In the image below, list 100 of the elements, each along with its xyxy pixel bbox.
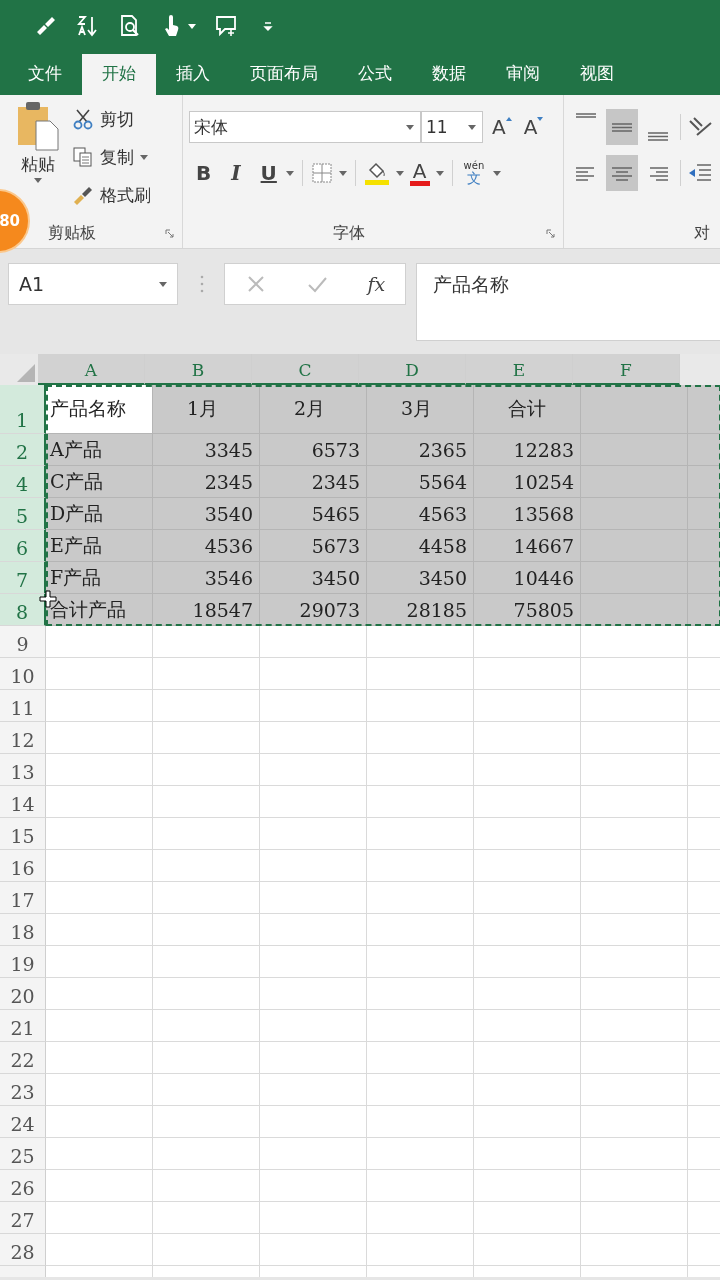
row-header[interactable]: 7	[0, 562, 46, 594]
row-header[interactable]: 17	[0, 882, 46, 914]
row-header[interactable]: 8	[0, 594, 46, 626]
table-cell: F产品	[46, 562, 153, 594]
italic-button[interactable]: I	[228, 161, 244, 185]
column-header[interactable]: A	[38, 354, 145, 385]
caret-icon[interactable]	[338, 170, 347, 176]
row-header[interactable]: 4	[0, 466, 46, 498]
row-header[interactable]: 12	[0, 722, 46, 754]
font-size-field[interactable]: 11	[421, 111, 483, 143]
row-header[interactable]: 18	[0, 914, 46, 946]
row-header[interactable]: 14	[0, 786, 46, 818]
caret-icon	[159, 281, 167, 287]
row-header[interactable]: 28	[0, 1234, 46, 1266]
row-header[interactable]: 5	[0, 498, 46, 530]
table-cell	[688, 498, 720, 530]
table-cell: 6573	[260, 434, 367, 466]
row-header[interactable]: 13	[0, 754, 46, 786]
copy-icon	[72, 146, 94, 168]
phonetic-guide-button[interactable]: wén 文	[460, 161, 488, 185]
table-cell: 14667	[474, 530, 581, 562]
caret-icon[interactable]	[395, 170, 404, 176]
ribbon-tab[interactable]: 公式	[338, 54, 412, 95]
badge: 80	[0, 189, 30, 253]
down-arrow-icon	[537, 117, 544, 121]
row-header[interactable]: 22	[0, 1042, 46, 1074]
caret-icon[interactable]	[285, 170, 294, 176]
table-cell: 10254	[474, 466, 581, 498]
column-header[interactable]: E	[466, 354, 573, 385]
caret-icon[interactable]	[435, 170, 444, 176]
caret-icon	[140, 154, 148, 160]
fill-color-icon[interactable]	[363, 160, 390, 186]
toolbar-button[interactable]	[76, 14, 100, 38]
scissors-icon	[72, 108, 94, 130]
brush-icon	[72, 184, 94, 206]
row-header[interactable]: 15	[0, 818, 46, 850]
table-cell: 5465	[260, 498, 367, 530]
column-header[interactable]: C	[252, 354, 359, 385]
ribbon-tab[interactable]: 文件	[8, 54, 82, 95]
table-cell: 18547	[153, 594, 260, 626]
row-header[interactable]: 10	[0, 658, 46, 690]
row-header[interactable]: 27	[0, 1202, 46, 1234]
corner-icon	[15, 362, 35, 382]
ribbon-tab[interactable]: 数据	[412, 54, 486, 95]
row-header[interactable]: 16	[0, 850, 46, 882]
align-icon	[648, 132, 668, 141]
row-header[interactable]: 25	[0, 1138, 46, 1170]
dialog-launcher-icon[interactable]	[546, 228, 555, 238]
row-header[interactable]: 2	[0, 434, 46, 466]
dialog-launcher-icon[interactable]	[165, 228, 174, 238]
font-color-button[interactable]: A	[409, 160, 430, 186]
formula-field[interactable]: 产品名称	[416, 263, 720, 341]
align-button[interactable]	[606, 109, 638, 145]
ribbon-tab[interactable]: 插入	[156, 54, 230, 95]
bold-button[interactable]: B	[193, 161, 215, 185]
drag-handle-icon[interactable]	[200, 275, 204, 293]
row-header[interactable]: 11	[0, 690, 46, 722]
group-label: 对	[694, 222, 710, 244]
table-cell: 10446	[474, 562, 581, 594]
orientation-icon[interactable]	[687, 115, 713, 139]
table-cell: D产品	[46, 498, 153, 530]
row-header[interactable]: 24	[0, 1106, 46, 1138]
row-header[interactable]: 26	[0, 1170, 46, 1202]
font-name-field[interactable]: 宋体	[189, 111, 421, 143]
ribbon-tab[interactable]: 开始	[82, 54, 156, 95]
cut-button[interactable]: 剪切	[72, 103, 151, 135]
table-cell: 13568	[474, 498, 581, 530]
table-cell: 3月	[367, 385, 474, 434]
underline-button[interactable]: U	[257, 161, 280, 185]
ribbon-tab[interactable]: 页面布局	[230, 54, 338, 95]
ribbon-tab[interactable]: 审阅	[486, 54, 560, 95]
name-box[interactable]: A1	[8, 263, 178, 305]
table-cell: 5564	[367, 466, 474, 498]
grow-font-button[interactable]: A	[489, 115, 515, 139]
table-cell: 4458	[367, 530, 474, 562]
column-header[interactable]: F	[573, 354, 680, 385]
caret-icon	[34, 178, 42, 183]
row-header[interactable]: 21	[0, 1010, 46, 1042]
row-header[interactable]: 1	[0, 385, 46, 434]
row-header[interactable]: 19	[0, 946, 46, 978]
row-header[interactable]: 23	[0, 1074, 46, 1106]
table-cell: 合计	[474, 385, 581, 434]
column-header[interactable]: B	[145, 354, 252, 385]
row-header[interactable]: 20	[0, 978, 46, 1010]
row-header[interactable]: 6	[0, 530, 46, 562]
caret-icon[interactable]	[493, 170, 502, 176]
table-cell: C产品	[46, 466, 153, 498]
table-cell: 2月	[260, 385, 367, 434]
row-header[interactable]: 9	[0, 626, 46, 658]
table-cell: 12283	[474, 434, 581, 466]
column-header[interactable]: D	[359, 354, 466, 385]
ribbon-tab[interactable]: 视图	[560, 54, 634, 95]
insert-function-button[interactable]: fx	[367, 273, 386, 295]
table-cell: 3450	[367, 562, 474, 594]
format-painter-button[interactable]: 格式刷	[72, 179, 151, 211]
toolbar-button[interactable]	[214, 14, 238, 38]
align-button[interactable]	[606, 155, 638, 191]
table-cell: 产品名称	[46, 385, 153, 434]
copy-button[interactable]: 复制	[72, 141, 151, 173]
shrink-font-button[interactable]: A	[520, 115, 547, 139]
